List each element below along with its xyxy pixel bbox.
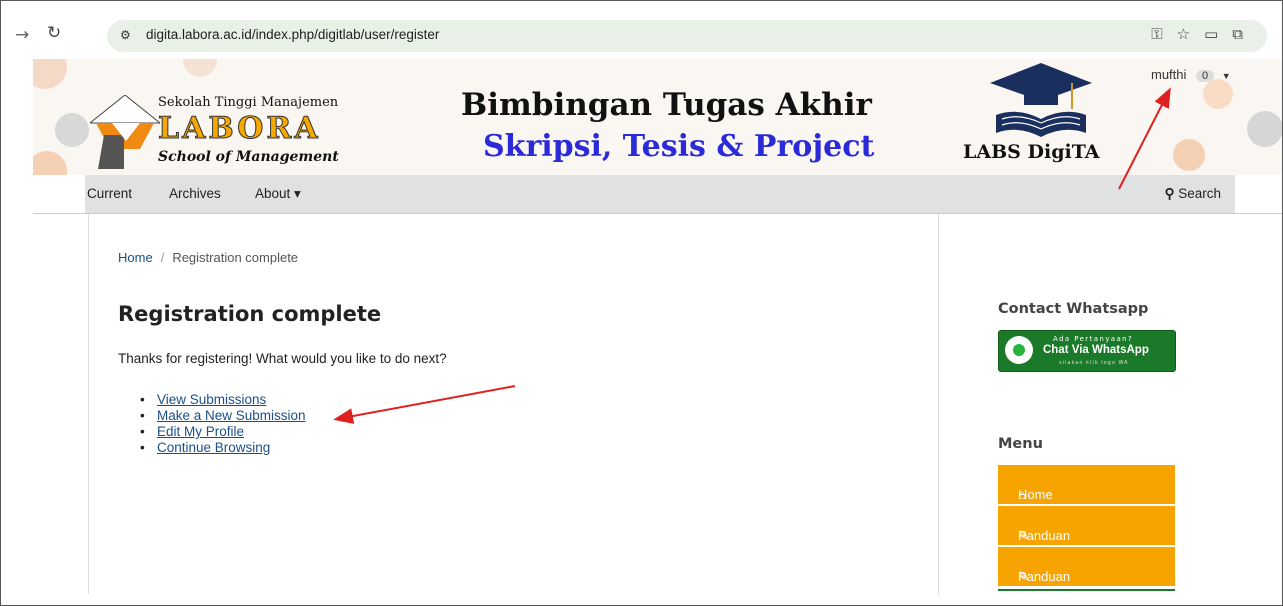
- decor-dot: [55, 113, 89, 147]
- username[interactable]: mufthi: [1151, 67, 1186, 82]
- next-steps-list: View Submissions Make a New Submission E…: [140, 392, 306, 456]
- reload-icon[interactable]: ↻: [47, 23, 61, 43]
- address-bar[interactable]: ⚙ digita.labora.ac.id/index.php/digitlab…: [107, 20, 1267, 52]
- wa-hint-text: silakan klik logo WA: [1059, 360, 1129, 366]
- banner-subheadline: Skripsi, Tesis & Project: [483, 129, 875, 164]
- edit-profile-link[interactable]: Edit My Profile: [157, 424, 244, 439]
- screenshot-frame: → ↻ ⚙ digita.labora.ac.id/index.php/digi…: [0, 0, 1283, 606]
- graduation-cap-icon: [990, 63, 1092, 137]
- labora-brand: LABORA: [158, 111, 321, 147]
- continue-browsing-link[interactable]: Continue Browsing: [157, 440, 270, 455]
- list-item: Continue Browsing: [140, 440, 306, 456]
- menu-title: Menu: [998, 436, 1043, 452]
- nav-archives[interactable]: Archives: [169, 186, 221, 201]
- address-bar-icons: ⚿☆▭⧉: [1151, 25, 1257, 43]
- contact-whatsapp-title: Contact Whatsapp: [998, 301, 1149, 317]
- extensions-icon[interactable]: ⧉: [1232, 25, 1257, 43]
- whatsapp-icon: [1005, 336, 1033, 364]
- list-item: View Submissions: [140, 392, 306, 408]
- nav-divider: [33, 213, 1282, 214]
- site-settings-icon[interactable]: ⚙: [120, 28, 131, 42]
- key-icon[interactable]: ⚿: [1151, 25, 1176, 43]
- wa-main-text: Chat Via WhatsApp: [1043, 344, 1149, 356]
- breadcrumb-separator: /: [160, 250, 165, 265]
- primary-nav: Current Archives About ▾ ⚲ Search: [85, 175, 1235, 213]
- search-icon: ⚲: [1164, 186, 1175, 201]
- star-icon[interactable]: ☆: [1177, 25, 1204, 43]
- menu-item-panduan-skripsi[interactable]: ✎ Panduan Skripsi: [998, 506, 1175, 558]
- menu-bottom-line: [998, 589, 1175, 591]
- browser-toolbar: → ↻ ⚙ digita.labora.ac.id/index.php/digi…: [1, 15, 1282, 59]
- page-title: Registration complete: [118, 302, 382, 326]
- labs-digita-label: LABS DigiTA: [963, 141, 1100, 163]
- decor-dot: [1173, 139, 1205, 171]
- forward-arrow-icon[interactable]: →: [15, 25, 29, 45]
- view-submissions-link[interactable]: View Submissions: [157, 392, 266, 407]
- intro-text: Thanks for registering! What would you l…: [118, 351, 447, 366]
- breadcrumb: Home / Registration complete: [118, 250, 298, 265]
- decor-dot: [1247, 111, 1282, 147]
- labora-logo-mark-icon: [90, 95, 160, 169]
- annotation-arrow-submission: [333, 385, 516, 424]
- decor-dot: [33, 151, 67, 175]
- whatsapp-chat-button[interactable]: Ada Pertanyaan? Chat Via WhatsApp silaka…: [998, 330, 1176, 372]
- main-left-border: [88, 214, 89, 594]
- list-item: Edit My Profile: [140, 424, 306, 440]
- school-subtitle: School of Management: [158, 149, 339, 165]
- breadcrumb-current: Registration complete: [172, 250, 299, 265]
- caret-down-icon[interactable]: ▼: [1222, 71, 1231, 81]
- nav-current[interactable]: Current: [87, 186, 132, 201]
- url-text[interactable]: digita.labora.ac.id/index.php/digitlab/u…: [146, 27, 439, 42]
- site-banner: Sekolah Tinggi Manajemen LABORA School o…: [33, 59, 1282, 175]
- page-icon[interactable]: ▭: [1204, 25, 1232, 43]
- breadcrumb-home[interactable]: Home: [118, 250, 153, 265]
- decor-dot: [183, 59, 217, 77]
- wa-question-text: Ada Pertanyaan?: [1053, 335, 1134, 343]
- search-button[interactable]: ⚲ Search: [1165, 186, 1221, 202]
- banner-headline: Bimbingan Tugas Akhir: [461, 87, 872, 123]
- menu-item-home[interactable]: ⌂ Home: [998, 465, 1175, 506]
- menu-item-panduan-tesis[interactable]: ✎ Panduan Tesis: [998, 547, 1175, 599]
- school-name: Sekolah Tinggi Manajemen: [158, 95, 339, 110]
- user-menu[interactable]: mufthi 0 ▼: [1151, 67, 1231, 82]
- decor-dot: [33, 59, 67, 89]
- new-submission-link[interactable]: Make a New Submission: [157, 408, 306, 423]
- notification-badge[interactable]: 0: [1196, 70, 1215, 82]
- decor-dot: [1203, 79, 1233, 109]
- labora-logo[interactable]: Sekolah Tinggi Manajemen LABORA School o…: [90, 89, 350, 169]
- main-right-border: [938, 214, 939, 594]
- search-label: Search: [1178, 186, 1221, 201]
- nav-about[interactable]: About ▾: [255, 186, 301, 202]
- list-item: Make a New Submission: [140, 408, 306, 424]
